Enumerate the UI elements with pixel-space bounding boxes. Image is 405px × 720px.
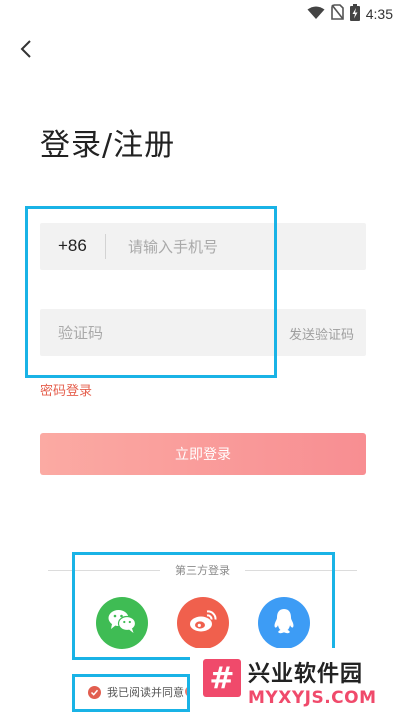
send-code-button[interactable]: 发送验证码 bbox=[289, 324, 354, 343]
divider-right bbox=[245, 570, 357, 571]
verification-code-input[interactable] bbox=[58, 309, 273, 356]
back-button[interactable] bbox=[14, 38, 38, 64]
wifi-icon bbox=[307, 5, 325, 24]
wechat-icon bbox=[107, 608, 137, 638]
status-time: 4:35 bbox=[365, 6, 393, 22]
qq-login-button[interactable] bbox=[258, 597, 310, 649]
divider-left bbox=[48, 570, 160, 571]
agreement-row: 我已阅读并同意 bbox=[88, 684, 184, 700]
watermark: # 兴业软件园 MYXYJS.COM bbox=[190, 648, 405, 720]
agreement-checkbox[interactable] bbox=[88, 685, 101, 699]
watermark-subtitle: MYXYJS.COM bbox=[248, 688, 377, 708]
country-code-selector[interactable]: +86 bbox=[58, 236, 87, 256]
weibo-icon bbox=[188, 608, 218, 638]
chevron-left-icon bbox=[20, 39, 32, 63]
status-icons: 4:35 bbox=[307, 3, 393, 25]
weibo-login-button[interactable] bbox=[177, 597, 229, 649]
watermark-logo: # bbox=[203, 659, 241, 697]
field-divider bbox=[105, 234, 106, 259]
agreement-text: 我已阅读并同意 bbox=[107, 686, 184, 699]
phone-field: +86 bbox=[40, 223, 366, 270]
wechat-login-button[interactable] bbox=[96, 597, 148, 649]
code-field: 发送验证码 bbox=[40, 309, 366, 356]
no-sim-icon bbox=[330, 4, 344, 24]
watermark-title: 兴业软件园 bbox=[248, 662, 364, 687]
phone-input[interactable] bbox=[128, 223, 348, 270]
qq-icon bbox=[271, 607, 297, 639]
battery-charging-icon bbox=[349, 3, 360, 25]
login-button[interactable]: 立即登录 bbox=[40, 433, 366, 475]
password-login-link[interactable]: 密码登录 bbox=[40, 380, 92, 399]
page-title: 登录/注册 bbox=[40, 128, 176, 163]
status-bar: 4:35 bbox=[0, 0, 405, 28]
third-party-label: 第三方登录 bbox=[175, 564, 230, 577]
